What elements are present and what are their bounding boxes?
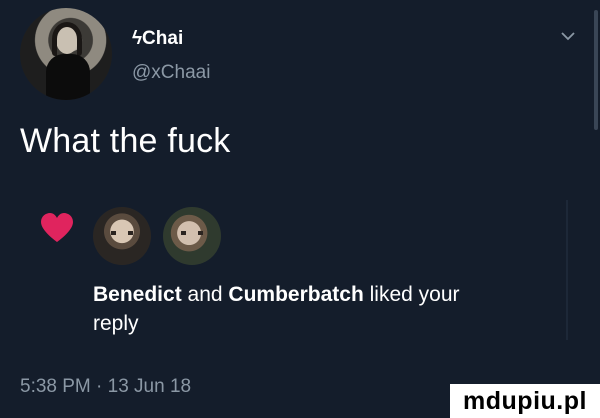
like-rest-text: liked your	[369, 283, 460, 306]
display-name[interactable]: ϟChai	[132, 28, 183, 50]
liker-avatar-benedict[interactable]	[93, 207, 151, 265]
liker-avatar-cumberbatch[interactable]	[163, 207, 221, 265]
user-handle[interactable]: @xChaai	[132, 62, 210, 84]
avatar-hair	[52, 22, 82, 56]
scrollbar[interactable]	[594, 10, 598, 130]
liker-name-one[interactable]: Benedict	[93, 283, 182, 306]
liker-eyes	[111, 231, 133, 235]
tweet-timestamp[interactable]: 5:38 PM · 13 Jun 18	[20, 376, 191, 398]
divider	[566, 200, 568, 340]
liker-eyes	[181, 231, 203, 235]
watermark-logo: mdupiu.pl	[450, 384, 600, 418]
avatar-body	[46, 54, 90, 100]
profile-avatar[interactable]	[20, 8, 112, 100]
like-notification-line: Benedict and Cumberbatch liked your	[93, 280, 460, 310]
like-conjunction: and	[187, 283, 223, 306]
heart-icon	[41, 213, 73, 242]
tweet-text: What the fuck	[20, 122, 231, 160]
chevron-down-icon[interactable]	[560, 30, 576, 42]
liker-name-two[interactable]: Cumberbatch	[228, 283, 363, 306]
like-notification-line-2: reply	[93, 312, 139, 335]
